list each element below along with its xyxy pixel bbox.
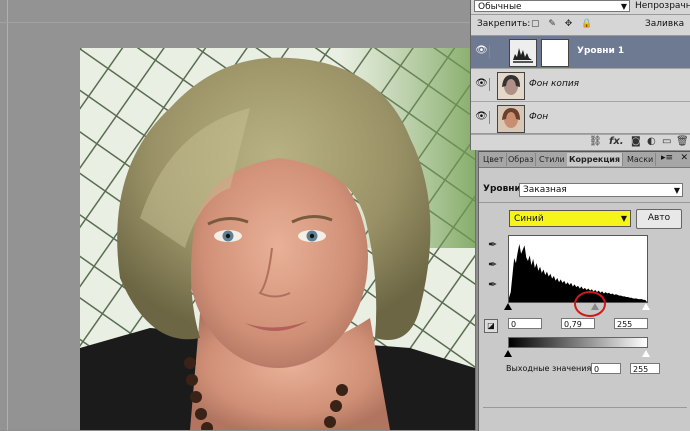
layer-name: Фон копия <box>529 79 580 89</box>
chevron-down-icon: ▼ <box>620 2 627 11</box>
layer-thumbnail <box>497 105 525 133</box>
close-icon[interactable]: ✕ <box>680 153 688 163</box>
adjustments-bottom-bar <box>483 407 687 426</box>
lock-row: Закрепить: ▢ ✎ ✥ 🔒 Заливка <box>471 15 690 36</box>
output-levels-slider[interactable] <box>504 349 650 359</box>
input-black-field[interactable]: 0 <box>508 318 542 329</box>
tab-masks[interactable]: Маски <box>625 153 657 166</box>
levels-adjustment-icon <box>509 39 537 67</box>
highlight-circle <box>574 291 606 317</box>
output-gradient <box>508 337 648 348</box>
layer-name: Уровни 1 <box>577 46 625 56</box>
document-image[interactable] <box>80 48 475 430</box>
tab-color[interactable]: Цвет <box>481 153 507 166</box>
preset-value: Заказная <box>523 185 567 195</box>
link-icon[interactable]: ⛓ <box>589 136 602 147</box>
input-gamma-field[interactable]: 0,79 <box>561 318 595 329</box>
histogram-graph <box>509 244 647 302</box>
lock-icons[interactable]: ▢ ✎ ✥ 🔒 <box>531 19 595 29</box>
layer-row-background[interactable]: 👁 Фон <box>471 102 690 135</box>
layer-thumbnail <box>497 72 525 100</box>
fx-icon[interactable]: fx. <box>609 136 624 147</box>
histogram-area <box>509 244 647 302</box>
layers-bottom-bar: ⛓ fx. ◙ ◐ ▭ 🗑 <box>471 133 690 151</box>
gray-eyedropper-icon[interactable]: ✒ <box>488 258 497 271</box>
opacity-label: Непрозрачность <box>635 1 690 11</box>
output-white-field[interactable]: 255 <box>630 363 660 374</box>
channel-select[interactable]: Синий ▼ <box>509 210 631 227</box>
divider <box>479 202 690 203</box>
layer-row-levels[interactable]: 👁 Уровни 1 <box>471 36 690 69</box>
blend-mode-value: Обычные <box>478 2 522 12</box>
tab-styles[interactable]: Стили <box>537 153 568 166</box>
chevron-down-icon: ▼ <box>620 214 627 223</box>
panel-menu-icon[interactable]: ▸≡ <box>661 153 673 163</box>
tab-swatches[interactable]: Образ <box>506 153 537 166</box>
output-values-label: Выходные значения: <box>506 364 594 373</box>
output-white-handle[interactable] <box>642 350 650 357</box>
blend-mode-select[interactable]: Обычные ▼ <box>474 0 630 12</box>
tab-adjustments[interactable]: Коррекция <box>567 153 624 166</box>
ruler-guide-horizontal <box>0 22 470 23</box>
layer-name: Фон <box>529 112 549 122</box>
channel-value: Синий <box>514 214 544 224</box>
eye-icon[interactable]: 👁 <box>474 78 490 91</box>
layers-panel: Обычные ▼ Непрозрачность Закрепить: ▢ ✎ … <box>470 0 690 150</box>
trash-icon[interactable]: 🗑 <box>676 136 689 147</box>
eye-icon[interactable]: 👁 <box>474 111 490 124</box>
mask-icon[interactable]: ◙ <box>631 136 641 147</box>
white-eyedropper-icon[interactable]: ✒ <box>488 278 497 291</box>
clipping-icon[interactable]: ◪ <box>484 319 498 333</box>
white-point-handle[interactable] <box>642 303 650 310</box>
portrait-photo <box>80 48 475 430</box>
ruler-guide-vertical <box>7 0 8 430</box>
levels-label: Уровни <box>483 184 521 194</box>
lock-label: Закрепить: <box>477 19 531 29</box>
folder-icon[interactable]: ▭ <box>662 136 671 147</box>
black-point-handle[interactable] <box>504 303 512 310</box>
output-black-field[interactable]: 0 <box>591 363 621 374</box>
output-black-handle[interactable] <box>504 350 512 357</box>
layers-top-row: Обычные ▼ Непрозрачность <box>471 0 690 15</box>
auto-button[interactable]: Авто <box>636 209 682 229</box>
adjustment-icon[interactable]: ◐ <box>647 136 656 147</box>
black-eyedropper-icon[interactable]: ✒ <box>488 238 497 251</box>
layer-mask-thumbnail[interactable] <box>541 39 569 67</box>
histogram <box>508 235 648 303</box>
panel-tabs: Цвет Образ Стили Коррекция Маски ▸≡ ✕ <box>479 152 690 168</box>
input-white-field[interactable]: 255 <box>614 318 648 329</box>
chevron-down-icon: ▼ <box>673 186 680 195</box>
layer-row-background-copy[interactable]: 👁 Фон копия <box>471 69 690 102</box>
canvas-area <box>0 0 476 430</box>
adjustments-panel: Цвет Образ Стили Коррекция Маски ▸≡ ✕ Ур… <box>478 151 690 431</box>
fill-label: Заливка <box>645 19 685 29</box>
preset-select[interactable]: Заказная ▼ <box>519 183 683 197</box>
eye-icon[interactable]: 👁 <box>474 45 490 58</box>
